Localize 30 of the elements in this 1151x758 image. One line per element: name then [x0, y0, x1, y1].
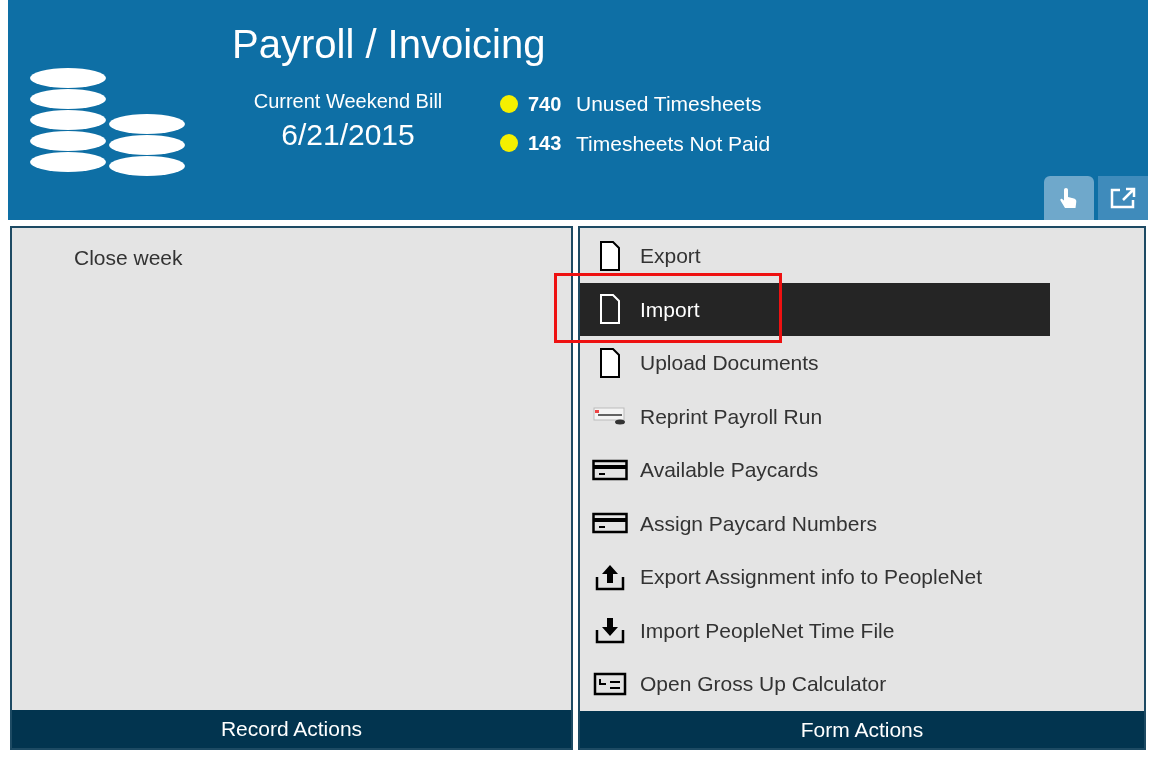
action-item[interactable]: Upload Documents — [580, 336, 1050, 390]
pointer-mode-button[interactable] — [1044, 176, 1094, 220]
document-icon — [599, 347, 621, 378]
action-item[interactable]: Close week — [74, 242, 571, 274]
action-item[interactable]: Export — [580, 229, 1050, 283]
action-item[interactable]: Import PeopleNet Time File — [580, 603, 1050, 657]
external-link-icon — [1109, 186, 1137, 210]
panel-footer: Form Actions — [580, 710, 1144, 748]
page-title: Payroll / Invoicing — [232, 24, 547, 64]
stat-count: 143 — [528, 131, 563, 157]
hand-pointer-icon — [1059, 186, 1079, 210]
action-item[interactable]: Open Gross Up Calculator — [580, 657, 1050, 711]
stat-label: Timesheets Not Paid — [576, 130, 771, 157]
document-icon — [599, 240, 621, 271]
action-item[interactable]: Reprint Payroll Run — [580, 389, 1050, 443]
action-item[interactable]: Import — [580, 282, 1050, 336]
document-icon — [599, 294, 621, 325]
card-icon — [592, 458, 628, 481]
popout-button[interactable] — [1098, 176, 1148, 220]
bill-date: 6/21/2015 — [281, 117, 415, 153]
card-icon — [592, 512, 628, 535]
bill-label: Current Weekend Bill — [253, 89, 443, 114]
download-icon — [594, 616, 626, 645]
action-item[interactable]: Available Paycards — [580, 443, 1050, 497]
panel-footer: Record Actions — [12, 710, 571, 748]
calculator-icon — [593, 671, 627, 696]
stat-label: Unused Timesheets — [576, 91, 762, 117]
action-item[interactable]: Export Assignment info to PeopleNet — [580, 550, 1050, 604]
stat-count: 740 — [528, 91, 563, 117]
action-item[interactable]: Assign Paycard Numbers — [580, 496, 1050, 550]
